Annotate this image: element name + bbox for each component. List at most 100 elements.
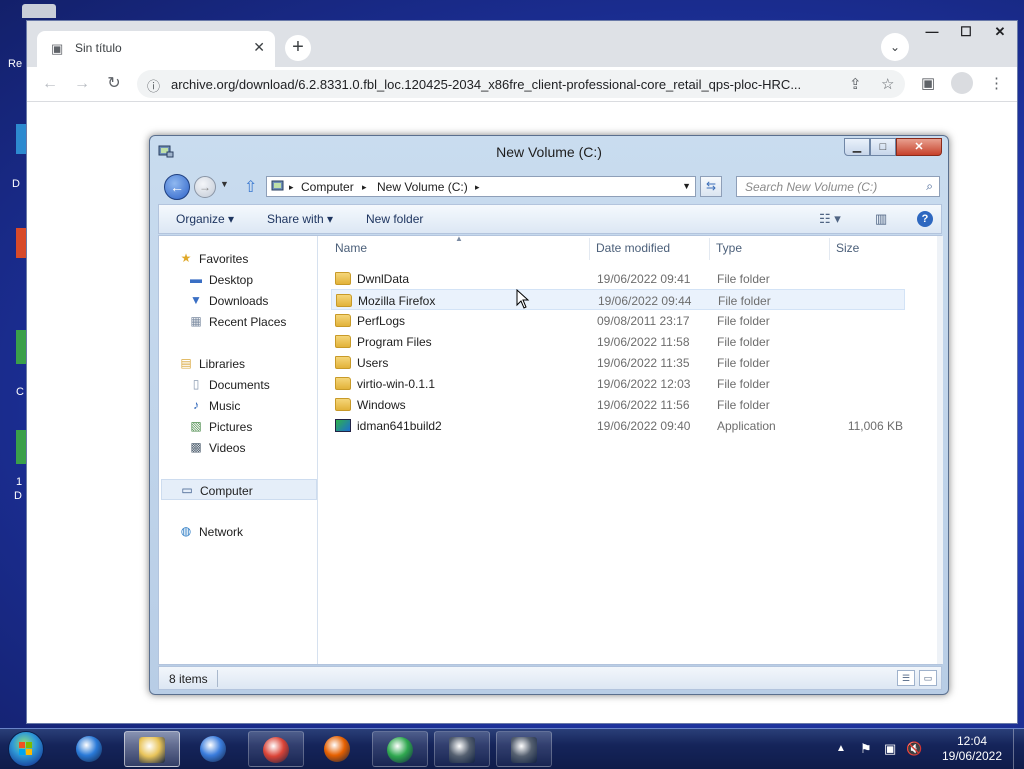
column-header-type[interactable]: Type bbox=[716, 241, 742, 255]
breadcrumb-separator[interactable]: ▸ bbox=[289, 182, 294, 193]
folder-icon bbox=[335, 377, 351, 390]
forward-button[interactable]: → bbox=[194, 176, 216, 198]
search-input[interactable]: Search New Volume (C:) ⌕ bbox=[736, 176, 940, 197]
browser-tab[interactable]: ▣ Sin título ✕ bbox=[37, 31, 275, 67]
site-info-icon[interactable]: ⓘ bbox=[147, 76, 160, 95]
profile-avatar[interactable] bbox=[951, 72, 973, 94]
organize-button[interactable]: Organize ▾ bbox=[176, 212, 234, 226]
vertical-scrollbar[interactable] bbox=[937, 236, 943, 664]
column-divider[interactable] bbox=[829, 238, 830, 260]
back-button[interactable]: ← bbox=[39, 73, 61, 95]
minimize-button[interactable]: ▁ bbox=[844, 138, 870, 156]
tab-close-icon[interactable]: ✕ bbox=[253, 39, 265, 56]
help-icon[interactable]: ? bbox=[917, 211, 933, 227]
file-row[interactable]: DwnlData 19/06/2022 09:41 File folder bbox=[331, 268, 905, 289]
up-arrow-icon[interactable]: ⇧ bbox=[244, 177, 257, 197]
minimize-button[interactable]: — bbox=[915, 21, 949, 45]
taskbar-item-firefox[interactable] bbox=[310, 731, 366, 767]
preview-pane-icon[interactable]: ▥ bbox=[875, 211, 887, 227]
nav-item-favorites[interactable]: ★ Favorites bbox=[161, 248, 317, 269]
show-desktop-button[interactable] bbox=[1013, 729, 1024, 769]
breadcrumb-separator[interactable]: ▸ bbox=[362, 182, 367, 193]
desktop-shortcut-icon[interactable] bbox=[16, 330, 26, 364]
search-icon[interactable]: ⌕ bbox=[926, 179, 933, 194]
file-row[interactable]: PerfLogs 09/08/2011 23:17 File folder bbox=[331, 310, 905, 331]
taskbar-item-app2[interactable] bbox=[496, 731, 552, 767]
system-clock[interactable]: 12:04 19/06/2022 bbox=[934, 734, 1010, 764]
reload-button[interactable]: ↻ bbox=[103, 73, 125, 95]
nav-item-videos[interactable]: ▩ Videos bbox=[161, 437, 317, 458]
nav-item-libraries[interactable]: ▤ Libraries bbox=[161, 353, 317, 374]
nav-item-pictures[interactable]: ▧ Pictures bbox=[161, 416, 317, 437]
file-row[interactable]: Users 19/06/2022 11:35 File folder bbox=[331, 352, 905, 373]
window-icon: ▣ bbox=[51, 41, 64, 56]
taskbar-item-explorer[interactable] bbox=[124, 731, 180, 767]
volume-muted-icon[interactable]: 🔇 bbox=[906, 741, 922, 757]
address-bar[interactable]: ⓘ archive.org/download/6.2.8331.0.fbl_lo… bbox=[137, 70, 905, 98]
taskbar-item-chrome[interactable] bbox=[248, 731, 304, 767]
libraries-icon: ▤ bbox=[180, 356, 192, 370]
taskbar-item-app1[interactable] bbox=[434, 731, 490, 767]
url-text[interactable]: archive.org/download/6.2.8331.0.fbl_loc.… bbox=[171, 77, 843, 92]
side-panel-icon[interactable]: ▣ bbox=[921, 74, 935, 92]
network-icon[interactable]: ▣ bbox=[884, 741, 896, 757]
file-name: virtio-win-0.1.1 bbox=[357, 377, 436, 391]
desktop-shortcut-icon[interactable] bbox=[16, 228, 26, 258]
nav-item-computer[interactable]: ▭ Computer bbox=[161, 479, 317, 500]
column-divider[interactable] bbox=[709, 238, 710, 260]
file-row[interactable]: Windows 19/06/2022 11:56 File folder bbox=[331, 394, 905, 415]
forward-button[interactable]: → bbox=[71, 73, 93, 95]
column-header-size[interactable]: Size bbox=[836, 241, 859, 255]
desktop-shortcut-icon[interactable] bbox=[16, 430, 26, 464]
desktop-shortcut-icon[interactable] bbox=[16, 124, 26, 154]
maximize-button[interactable]: ☐ bbox=[949, 21, 983, 45]
view-options-icon[interactable]: ☷ ▾ bbox=[819, 211, 841, 227]
file-row[interactable]: virtio-win-0.1.1 19/06/2022 12:03 File fol… bbox=[331, 373, 905, 394]
bookmark-star-icon[interactable]: ☆ bbox=[881, 75, 894, 93]
taskbar-item-thunderbird[interactable] bbox=[186, 731, 242, 767]
file-row[interactable]: Mozilla Firefox 19/06/2022 09:44 File fold… bbox=[331, 289, 905, 310]
file-row[interactable]: Program Files 19/06/2022 11:58 File folder bbox=[331, 331, 905, 352]
column-header-name[interactable]: Name bbox=[335, 241, 367, 255]
close-button[interactable]: ✕ bbox=[983, 21, 1017, 45]
nav-item-desktop[interactable]: ▬ Desktop bbox=[161, 269, 317, 290]
nav-item-downloads[interactable]: ▼ Downloads bbox=[161, 290, 317, 311]
sort-ascending-icon: ▲ bbox=[455, 234, 463, 243]
maximize-button[interactable]: □ bbox=[870, 138, 896, 156]
breadcrumb-computer[interactable]: Computer bbox=[301, 180, 354, 194]
tab-search-button[interactable]: ⌄ bbox=[881, 33, 909, 61]
new-tab-button[interactable]: + bbox=[285, 35, 311, 61]
nav-item-network[interactable]: ◍ Network bbox=[161, 521, 317, 542]
start-button[interactable] bbox=[4, 729, 46, 769]
share-with-button[interactable]: Share with ▾ bbox=[267, 212, 333, 226]
file-name: DwnlData bbox=[357, 272, 410, 286]
nav-item-documents[interactable]: ▯ Documents bbox=[161, 374, 317, 395]
breadcrumb-volume[interactable]: New Volume (C:) bbox=[377, 180, 468, 194]
address-bar[interactable]: ▸ Computer ▸ New Volume (C:) ▸ ▼ bbox=[266, 176, 696, 197]
action-center-flag-icon[interactable]: ⚑ bbox=[860, 741, 872, 757]
share-icon[interactable]: ⇪ bbox=[849, 75, 862, 93]
folder-icon bbox=[335, 335, 351, 348]
refresh-button[interactable]: ⇆ bbox=[700, 176, 722, 197]
nav-item-music[interactable]: ♪ Music bbox=[161, 395, 317, 416]
file-row[interactable]: idman641build2 19/06/2022 09:40 Applicatio… bbox=[331, 415, 905, 436]
address-dropdown-icon[interactable]: ▼ bbox=[682, 181, 691, 191]
column-divider[interactable] bbox=[589, 238, 590, 260]
column-header-date[interactable]: Date modified bbox=[596, 241, 670, 255]
back-button[interactable]: ← bbox=[164, 174, 190, 200]
menu-icon[interactable]: ⋮ bbox=[989, 74, 1004, 92]
history-dropdown-icon[interactable]: ▼ bbox=[220, 179, 229, 189]
new-folder-button[interactable]: New folder bbox=[366, 212, 423, 226]
recycle-bin-icon[interactable] bbox=[22, 4, 56, 18]
details-view-icon[interactable]: ☰ bbox=[897, 670, 915, 686]
close-button[interactable]: ✕ bbox=[896, 138, 942, 156]
app-window-icon bbox=[511, 737, 537, 763]
breadcrumb-separator[interactable]: ▸ bbox=[475, 182, 480, 193]
taskbar-item-ie[interactable] bbox=[62, 731, 118, 767]
tray-arrow-icon[interactable]: ▲ bbox=[836, 743, 846, 754]
nav-item-recent-places[interactable]: ▦ Recent Places bbox=[161, 311, 317, 332]
large-icons-view-icon[interactable]: ▭ bbox=[919, 670, 937, 686]
taskbar-item-idm[interactable] bbox=[372, 731, 428, 767]
file-date-modified: 19/06/2022 11:35 bbox=[597, 356, 690, 370]
file-list: ▲ Name Date modified Type Size DwnlData 1… bbox=[319, 234, 943, 664]
